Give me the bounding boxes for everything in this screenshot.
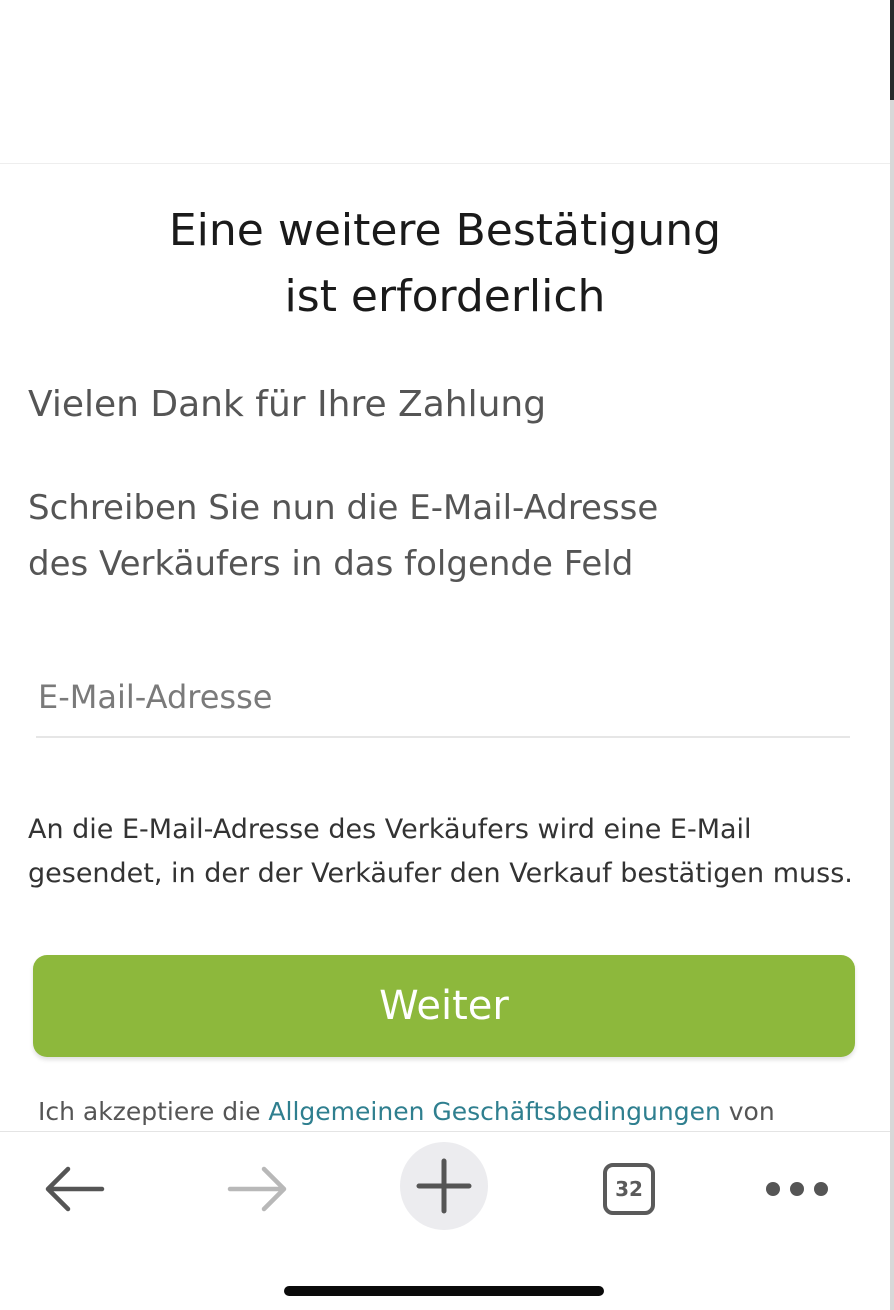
notice-line-1: An die E-Mail-Adresse des Verkäufers wir…: [28, 814, 752, 845]
instruction-text: Schreiben Sie nun die E-Mail-Adresse des…: [28, 480, 658, 592]
terms-suffix: von: [720, 1097, 775, 1126]
tabs-button[interactable]: 32: [584, 1144, 674, 1234]
page-title: Eine weitere Bestätigung ist erforderlic…: [0, 198, 890, 330]
window-edge-dark: [890, 0, 894, 100]
thanks-message: Vielen Dank für Ihre Zahlung: [28, 384, 547, 425]
home-indicator[interactable]: [284, 1286, 604, 1296]
arrow-right-icon: [227, 1166, 287, 1212]
screen: Eine weitere Bestätigung ist erforderlic…: [0, 0, 894, 1310]
terms-prefix: Ich akzeptiere die: [38, 1097, 269, 1126]
new-tab-button[interactable]: [400, 1142, 488, 1230]
notice-text: An die E-Mail-Adresse des Verkäufers wir…: [28, 808, 878, 896]
email-field-container: [36, 660, 850, 738]
email-input[interactable]: [36, 660, 850, 734]
window-edge: [890, 0, 894, 1310]
notice-line-2: gesendet, in der der Verkäufer den Verka…: [28, 858, 853, 889]
instruction-line-1: Schreiben Sie nun die E-Mail-Adresse: [28, 488, 659, 528]
title-line-2: ist erforderlich: [284, 271, 606, 322]
title-line-1: Eine weitere Bestätigung: [168, 205, 722, 256]
arrow-left-icon: [45, 1166, 105, 1212]
terms-text: Ich akzeptiere die Allgemeinen Geschäfts…: [38, 1092, 775, 1132]
browser-toolbar: 32: [0, 1131, 890, 1310]
card-divider: [0, 163, 890, 164]
terms-link[interactable]: Allgemeinen Geschäftsbedingungen: [268, 1097, 720, 1126]
tab-count: 32: [615, 1177, 643, 1201]
back-button[interactable]: [29, 1144, 119, 1234]
forward-button[interactable]: [213, 1144, 303, 1234]
tabs-icon: 32: [603, 1163, 655, 1215]
plus-icon: [416, 1158, 472, 1214]
more-dots-icon: [766, 1182, 828, 1196]
more-button[interactable]: [752, 1144, 842, 1234]
instruction-line-2: des Verkäufers in das folgende Feld: [28, 544, 634, 584]
continue-button[interactable]: Weiter: [33, 955, 855, 1057]
